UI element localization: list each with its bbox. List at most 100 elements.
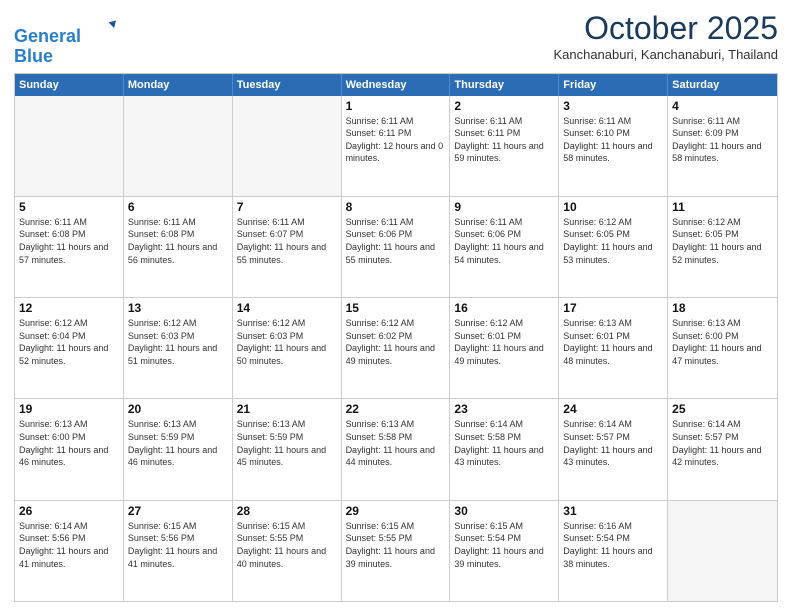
cal-cell-r2c6: 18Sunrise: 6:13 AMSunset: 6:00 PMDayligh… <box>668 298 777 398</box>
sunrise-line: Sunrise: 6:15 AM <box>237 520 337 533</box>
cal-row-2: 5Sunrise: 6:11 AMSunset: 6:08 PMDaylight… <box>15 196 777 297</box>
sunrise-line: Sunrise: 6:12 AM <box>563 216 663 229</box>
daylight-line: Daylight: 11 hours and 52 minutes. <box>672 241 773 266</box>
sunrise-line: Sunrise: 6:12 AM <box>346 317 446 330</box>
logo-text: General <box>14 14 116 47</box>
daylight-line: Daylight: 11 hours and 55 minutes. <box>237 241 337 266</box>
day-number: 21 <box>237 402 337 416</box>
cal-cell-r3c3: 22Sunrise: 6:13 AMSunset: 5:58 PMDayligh… <box>342 399 451 499</box>
daylight-line: Daylight: 11 hours and 52 minutes. <box>19 342 119 367</box>
day-number: 5 <box>19 200 119 214</box>
day-number: 11 <box>672 200 773 214</box>
day-number: 16 <box>454 301 554 315</box>
header-friday: Friday <box>559 74 668 96</box>
day-number: 19 <box>19 402 119 416</box>
header-monday: Monday <box>124 74 233 96</box>
cal-cell-r1c6: 11Sunrise: 6:12 AMSunset: 6:05 PMDayligh… <box>668 197 777 297</box>
cal-cell-r0c5: 3 Sunrise: 6:11 AMSunset: 6:10 PMDaylight… <box>559 96 668 196</box>
sunrise-line: Sunrise: 6:15 AM <box>346 520 446 533</box>
sunset-line: Sunset: 5:58 PM <box>346 431 446 444</box>
daylight-line: Daylight: 11 hours and 58 minutes. <box>672 140 773 165</box>
cal-cell-r4c3: 29Sunrise: 6:15 AMSunset: 5:55 PMDayligh… <box>342 501 451 601</box>
sunset-line: Sunset: 5:56 PM <box>128 532 228 545</box>
day-number: 18 <box>672 301 773 315</box>
sunrise-line: Sunrise: 6:13 AM <box>19 418 119 431</box>
day-number: 1 <box>346 99 446 113</box>
sunset-line: Sunset: 6:08 PM <box>128 228 228 241</box>
sunrise-line: Sunrise: 6:14 AM <box>563 418 663 431</box>
cal-cell-r3c5: 24Sunrise: 6:14 AMSunset: 5:57 PMDayligh… <box>559 399 668 499</box>
daylight-line: Daylight: 11 hours and 58 minutes. <box>563 140 663 165</box>
daylight-line: Daylight: 11 hours and 48 minutes. <box>563 342 663 367</box>
daylight-line: Daylight: 11 hours and 56 minutes. <box>128 241 228 266</box>
daylight-line: Daylight: 11 hours and 41 minutes. <box>128 545 228 570</box>
cal-cell-r4c6 <box>668 501 777 601</box>
cal-cell-r4c0: 26Sunrise: 6:14 AMSunset: 5:56 PMDayligh… <box>15 501 124 601</box>
daylight-line: Daylight: 11 hours and 40 minutes. <box>237 545 337 570</box>
sunrise-line: Sunrise: 6:15 AM <box>128 520 228 533</box>
day-number: 28 <box>237 504 337 518</box>
daylight-line: Daylight: 11 hours and 50 minutes. <box>237 342 337 367</box>
logo: General Blue <box>14 14 116 67</box>
sunset-line: Sunset: 6:03 PM <box>128 330 228 343</box>
header-tuesday: Tuesday <box>233 74 342 96</box>
title-block: October 2025 Kanchanaburi, Kanchanaburi,… <box>553 10 778 62</box>
header-sunday: Sunday <box>15 74 124 96</box>
day-number: 9 <box>454 200 554 214</box>
sunset-line: Sunset: 6:00 PM <box>19 431 119 444</box>
sunset-line: Sunset: 6:03 PM <box>237 330 337 343</box>
calendar-body: 1Sunrise: 6:11 AMSunset: 6:11 PMDaylight… <box>15 96 777 601</box>
daylight-line: Daylight: 11 hours and 53 minutes. <box>563 241 663 266</box>
month-title: October 2025 <box>553 10 778 47</box>
sunrise-line: Sunrise: 6:12 AM <box>237 317 337 330</box>
cal-cell-r1c2: 7Sunrise: 6:11 AMSunset: 6:07 PMDaylight… <box>233 197 342 297</box>
sunset-line: Sunset: 5:58 PM <box>454 431 554 444</box>
day-number: 17 <box>563 301 663 315</box>
day-number: 10 <box>563 200 663 214</box>
daylight-line: Daylight: 12 hours and 0 minutes. <box>346 140 446 165</box>
cal-cell-r2c4: 16Sunrise: 6:12 AMSunset: 6:01 PMDayligh… <box>450 298 559 398</box>
sunrise-line: Sunrise: 6:12 AM <box>128 317 228 330</box>
day-number: 3 <box>563 99 663 113</box>
sunrise-line: Sunrise: 6:15 AM <box>454 520 554 533</box>
daylight-line: Daylight: 11 hours and 46 minutes. <box>19 444 119 469</box>
cal-cell-r3c1: 20Sunrise: 6:13 AMSunset: 5:59 PMDayligh… <box>124 399 233 499</box>
day-number: 22 <box>346 402 446 416</box>
sunset-line: Sunset: 5:55 PM <box>346 532 446 545</box>
location: Kanchanaburi, Kanchanaburi, Thailand <box>553 47 778 62</box>
sunrise-line: Sunrise: 6:11 AM <box>19 216 119 229</box>
day-number: 31 <box>563 504 663 518</box>
cal-cell-r0c4: 2Sunrise: 6:11 AMSunset: 6:11 PMDaylight… <box>450 96 559 196</box>
logo-blue: Blue <box>14 47 116 67</box>
sunset-line: Sunset: 6:10 PM <box>563 127 663 140</box>
daylight-line: Daylight: 11 hours and 49 minutes. <box>454 342 554 367</box>
cal-cell-r2c0: 12Sunrise: 6:12 AMSunset: 6:04 PMDayligh… <box>15 298 124 398</box>
sunrise-line: Sunrise: 6:13 AM <box>672 317 773 330</box>
day-number: 6 <box>128 200 228 214</box>
day-number: 15 <box>346 301 446 315</box>
sunrise-line: Sunrise: 6:12 AM <box>19 317 119 330</box>
cal-cell-r4c4: 30Sunrise: 6:15 AMSunset: 5:54 PMDayligh… <box>450 501 559 601</box>
sunrise-line: Sunrise: 6:11 AM <box>346 216 446 229</box>
day-number: 25 <box>672 402 773 416</box>
sunset-line: Sunset: 6:07 PM <box>237 228 337 241</box>
cal-cell-r3c6: 25Sunrise: 6:14 AMSunset: 5:57 PMDayligh… <box>668 399 777 499</box>
cal-cell-r4c5: 31Sunrise: 6:16 AMSunset: 5:54 PMDayligh… <box>559 501 668 601</box>
sunset-line: Sunset: 5:57 PM <box>563 431 663 444</box>
day-number: 23 <box>454 402 554 416</box>
sunset-line: Sunset: 5:54 PM <box>563 532 663 545</box>
page: General Blue October 2025 Kanchanaburi, … <box>0 0 792 612</box>
daylight-line: Daylight: 11 hours and 39 minutes. <box>454 545 554 570</box>
sunset-line: Sunset: 6:06 PM <box>454 228 554 241</box>
sunset-line: Sunset: 6:09 PM <box>672 127 773 140</box>
cal-row-5: 26Sunrise: 6:14 AMSunset: 5:56 PMDayligh… <box>15 500 777 601</box>
sunset-line: Sunset: 5:54 PM <box>454 532 554 545</box>
sunset-line: Sunset: 5:55 PM <box>237 532 337 545</box>
header-saturday: Saturday <box>668 74 777 96</box>
daylight-line: Daylight: 11 hours and 42 minutes. <box>672 444 773 469</box>
sunrise-line: Sunrise: 6:11 AM <box>563 115 663 128</box>
cal-cell-r2c5: 17Sunrise: 6:13 AMSunset: 6:01 PMDayligh… <box>559 298 668 398</box>
calendar: Sunday Monday Tuesday Wednesday Thursday… <box>14 73 778 602</box>
sunset-line: Sunset: 6:01 PM <box>454 330 554 343</box>
cal-cell-r2c2: 14Sunrise: 6:12 AMSunset: 6:03 PMDayligh… <box>233 298 342 398</box>
